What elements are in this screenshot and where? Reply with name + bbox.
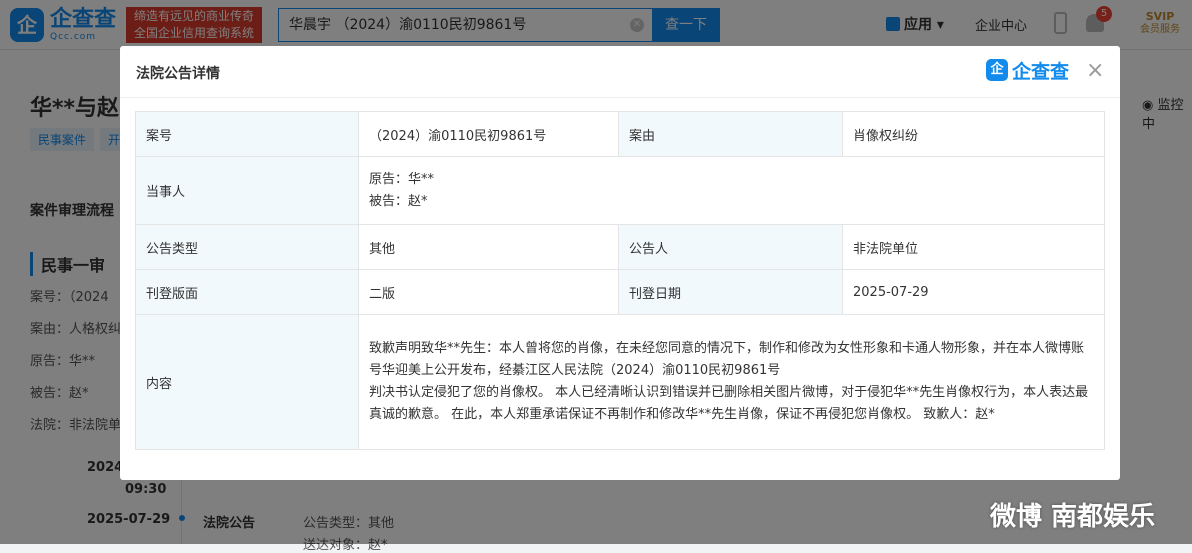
table-row: 内容 致歉声明致华**先生：本人曾将您的肖像，在未经您同意的情况下，制作和修改为… <box>135 314 1105 450</box>
content-value: 致歉声明致华**先生：本人曾将您的肖像，在未经您同意的情况下，制作和修改为女性形… <box>358 314 1105 450</box>
logo-mark-icon: 企 <box>986 59 1008 81</box>
announcement-type-label: 公告类型 <box>135 224 359 270</box>
modal-title: 法院公告详情 <box>136 66 220 82</box>
defendant-value: 被告：赵* <box>369 193 428 209</box>
cause-value: 肖像权纠纷 <box>842 111 1105 157</box>
table-row: 案号 （2024）渝0110民初9861号 案由 肖像权纠纷 <box>135 111 1105 157</box>
content-paragraph: 致歉声明致华**先生：本人曾将您的肖像，在未经您同意的情况下，制作和修改为女性形… <box>369 341 1085 378</box>
table-row: 刊登版面 二版 刊登日期 2025-07-29 <box>135 269 1105 315</box>
announcer-value: 非法院单位 <box>842 224 1105 270</box>
publish-date-label: 刊登日期 <box>618 269 843 315</box>
court-announcement-modal: 法院公告详情 企 企查查 × 案号 （2024）渝0110民初9861号 案由 … <box>120 46 1120 480</box>
publish-page-label: 刊登版面 <box>135 269 359 315</box>
announcement-type-value: 其他 <box>358 224 619 270</box>
weibo-watermark: 微博 南都娱乐 <box>990 502 1156 532</box>
plaintiff-value: 原告：华** <box>369 171 435 187</box>
content-label: 内容 <box>135 314 359 450</box>
cause-label: 案由 <box>618 111 843 157</box>
close-icon[interactable]: × <box>1086 59 1104 83</box>
party-value: 原告：华** 被告：赵* <box>358 156 1105 225</box>
content-paragraph: 判决书认定侵犯了您的肖像权。 本人已经清晰认识到错误并已删除相关图片微博，对于侵… <box>369 385 1089 422</box>
table-row: 当事人 原告：华** 被告：赵* <box>135 156 1105 225</box>
case-number-label: 案号 <box>135 111 359 157</box>
publish-date-value: 2025-07-29 <box>842 269 1105 315</box>
party-label: 当事人 <box>135 156 359 225</box>
modal-header: 法院公告详情 企 企查查 × <box>120 46 1120 98</box>
case-number-link[interactable]: （2024）渝0110民初9861号 <box>358 111 619 157</box>
announcer-label: 公告人 <box>618 224 843 270</box>
logo-name: 企查查 <box>1012 61 1070 83</box>
table-row: 公告类型 其他 公告人 非法院单位 <box>135 224 1105 270</box>
publish-page-value: 二版 <box>358 269 619 315</box>
announcement-details-table: 案号 （2024）渝0110民初9861号 案由 肖像权纠纷 当事人 原告：华*… <box>135 111 1105 450</box>
